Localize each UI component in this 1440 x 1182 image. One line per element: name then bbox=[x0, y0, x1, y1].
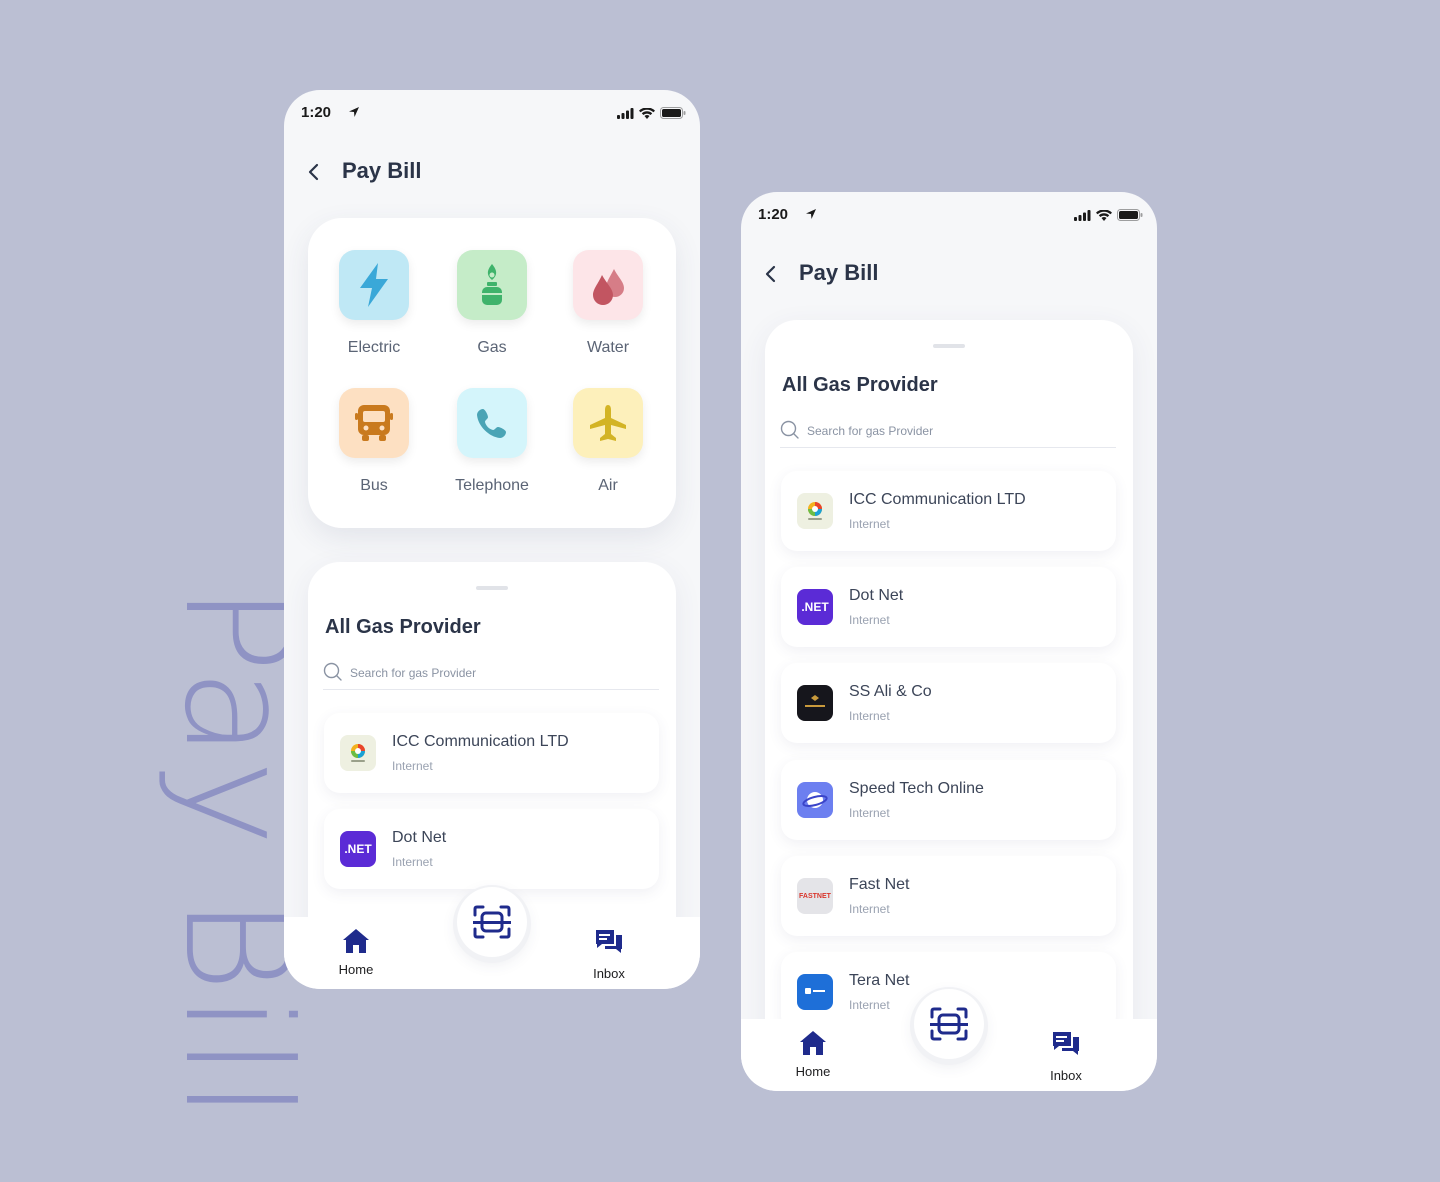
phone-screen-categories: 1:20 Pay Bill Electric Gas Water Bus Tel… bbox=[284, 90, 700, 989]
sheet-drag-handle[interactable] bbox=[476, 586, 508, 590]
speed-tech-logo bbox=[797, 782, 833, 818]
nav-inbox-label: Inbox bbox=[1050, 1068, 1082, 1083]
signal-icon bbox=[617, 107, 634, 119]
location-arrow-icon bbox=[349, 107, 359, 117]
provider-type: Internet bbox=[849, 998, 890, 1012]
provider-name: Dot Net bbox=[392, 829, 447, 846]
nav-home-label: Home bbox=[795, 1064, 831, 1079]
provider-type: Internet bbox=[392, 855, 433, 869]
category-label: Water bbox=[586, 339, 630, 356]
status-bar: 1:20 bbox=[284, 90, 700, 136]
provider-item[interactable]: FASTNET Fast Net Internet bbox=[781, 856, 1116, 936]
page-header: Pay Bill bbox=[741, 252, 1157, 296]
wifi-icon bbox=[1096, 209, 1112, 221]
provider-name: SS Ali & Co bbox=[849, 683, 932, 700]
search-placeholder: Search for gas Provider bbox=[807, 424, 934, 438]
tera-net-logo bbox=[797, 974, 833, 1010]
battery-icon bbox=[660, 107, 686, 119]
provider-item[interactable]: ICC Communication LTD Internet bbox=[324, 713, 659, 793]
category-label: Air bbox=[598, 477, 618, 494]
status-time: 1:20 bbox=[301, 104, 332, 121]
status-time: 1:20 bbox=[758, 206, 789, 223]
page-title: Pay Bill bbox=[342, 158, 422, 183]
provider-item[interactable]: SS Ali & Co Internet bbox=[781, 663, 1116, 743]
bus-icon bbox=[339, 388, 409, 458]
category-grid: Electric Gas Water Bus Telephone Air bbox=[308, 218, 676, 528]
back-chevron-icon[interactable] bbox=[304, 160, 324, 184]
battery-icon bbox=[1117, 209, 1143, 221]
provider-type: Internet bbox=[849, 613, 890, 627]
category-telephone[interactable]: Telephone bbox=[437, 388, 547, 495]
provider-type: Internet bbox=[849, 709, 890, 723]
provider-item[interactable]: Speed Tech Online Internet bbox=[781, 760, 1116, 840]
gas-cylinder-icon bbox=[457, 250, 527, 320]
bolt-icon bbox=[339, 250, 409, 320]
icc-logo bbox=[797, 493, 833, 529]
category-label: Gas bbox=[477, 339, 507, 356]
search-input[interactable]: Search for gas Provider bbox=[780, 420, 1116, 448]
icc-logo bbox=[340, 735, 376, 771]
provider-name: ICC Communication LTD bbox=[849, 491, 1026, 508]
page-title: Pay Bill bbox=[799, 260, 879, 285]
provider-type: Internet bbox=[849, 902, 890, 916]
category-gas[interactable]: Gas bbox=[437, 250, 547, 357]
ss-ali-logo bbox=[797, 685, 833, 721]
airplane-icon bbox=[573, 388, 643, 458]
category-bus[interactable]: Bus bbox=[319, 388, 429, 495]
category-water[interactable]: Water bbox=[553, 250, 663, 357]
category-electric[interactable]: Electric bbox=[319, 250, 429, 357]
phone-screen-providers: 1:20 Pay Bill All Gas Provider Search fo… bbox=[741, 192, 1157, 1091]
page-header: Pay Bill bbox=[284, 150, 700, 194]
scan-button[interactable] bbox=[457, 887, 527, 957]
nav-inbox[interactable]: Inbox bbox=[574, 927, 644, 981]
category-label: Electric bbox=[347, 339, 401, 356]
status-bar: 1:20 bbox=[741, 192, 1157, 238]
scan-icon bbox=[473, 905, 511, 939]
provider-name: Tera Net bbox=[849, 972, 910, 989]
home-icon bbox=[800, 1031, 826, 1055]
nav-inbox[interactable]: Inbox bbox=[1031, 1029, 1101, 1083]
provider-item[interactable]: .NET Dot Net Internet bbox=[781, 567, 1116, 647]
back-chevron-icon[interactable] bbox=[761, 262, 781, 286]
dotnet-logo: .NET bbox=[340, 831, 376, 867]
phone-icon bbox=[457, 388, 527, 458]
home-icon bbox=[343, 929, 369, 953]
wifi-icon bbox=[639, 107, 655, 119]
search-input[interactable]: Search for gas Provider bbox=[323, 662, 659, 690]
scan-button[interactable] bbox=[914, 989, 984, 1059]
scan-icon bbox=[930, 1007, 968, 1041]
sheet-title: All Gas Provider bbox=[782, 374, 938, 396]
category-label: Bus bbox=[360, 477, 388, 494]
provider-name: Dot Net bbox=[849, 587, 904, 604]
search-icon bbox=[323, 662, 342, 681]
provider-name: ICC Communication LTD bbox=[392, 733, 569, 750]
chat-bubbles-icon bbox=[596, 930, 622, 953]
provider-item[interactable]: .NET Dot Net Internet bbox=[324, 809, 659, 889]
location-arrow-icon bbox=[806, 209, 816, 219]
provider-name: Speed Tech Online bbox=[849, 780, 984, 797]
water-drop-icon bbox=[573, 250, 643, 320]
provider-item[interactable]: ICC Communication LTD Internet bbox=[781, 471, 1116, 551]
fast-net-logo: FASTNET bbox=[797, 878, 833, 914]
provider-type: Internet bbox=[849, 806, 890, 820]
provider-sheet: All Gas Provider Search for gas Provider… bbox=[765, 320, 1133, 1080]
nav-home[interactable]: Home bbox=[321, 927, 391, 977]
search-placeholder: Search for gas Provider bbox=[350, 666, 477, 680]
provider-name: Fast Net bbox=[849, 876, 910, 893]
signal-icon bbox=[1074, 209, 1091, 221]
nav-home-label: Home bbox=[338, 962, 374, 977]
nav-home[interactable]: Home bbox=[778, 1029, 848, 1079]
sheet-drag-handle[interactable] bbox=[933, 344, 965, 348]
nav-inbox-label: Inbox bbox=[593, 966, 625, 981]
search-icon bbox=[780, 420, 799, 439]
provider-type: Internet bbox=[392, 759, 433, 773]
chat-bubbles-icon bbox=[1053, 1032, 1079, 1055]
sheet-title: All Gas Provider bbox=[325, 616, 481, 638]
category-label: Telephone bbox=[455, 477, 529, 494]
category-air[interactable]: Air bbox=[553, 388, 663, 495]
provider-type: Internet bbox=[849, 517, 890, 531]
dotnet-logo: .NET bbox=[797, 589, 833, 625]
